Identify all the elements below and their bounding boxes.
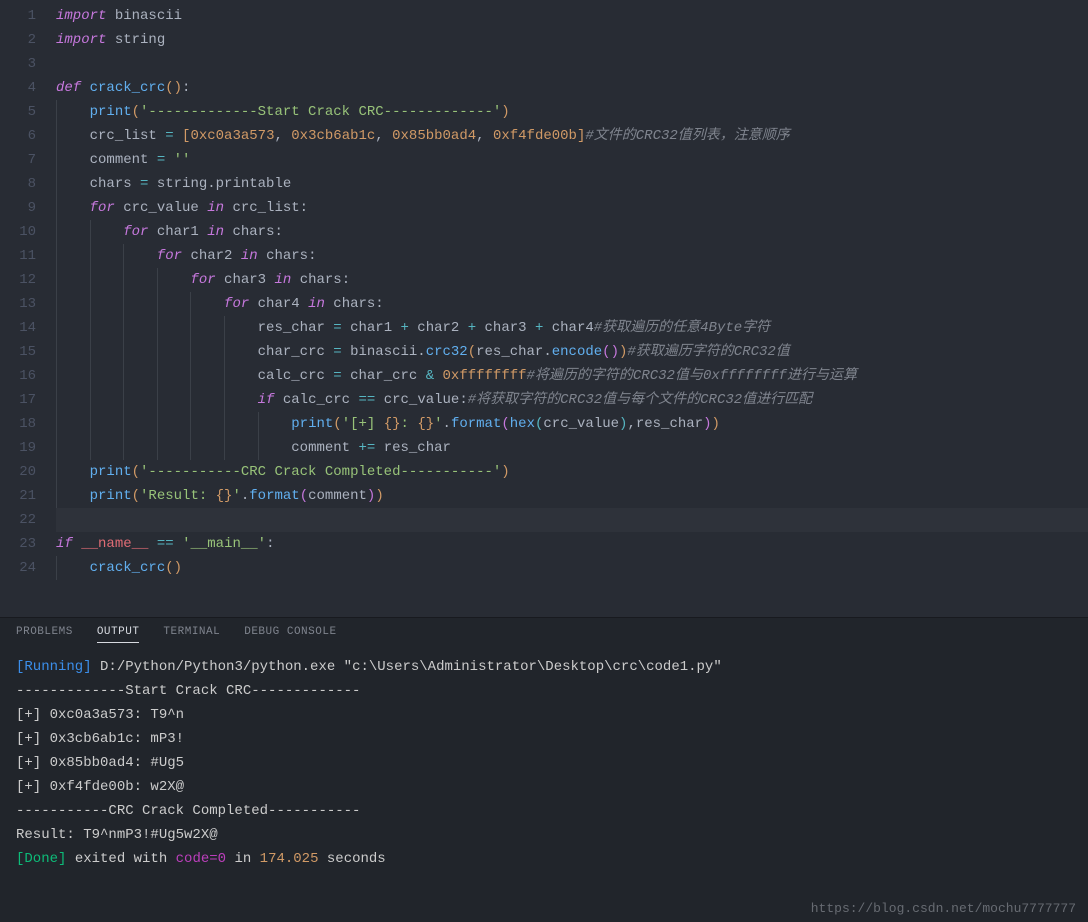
code-line[interactable]: print('[+] {}: {}'.format(hex(crc_value)…	[56, 412, 1088, 436]
tab-debug-console[interactable]: DEBUG CONSOLE	[244, 626, 336, 643]
code-line[interactable]: def crack_crc():	[56, 76, 1088, 100]
code-editor[interactable]: 123456789101112131415161718192021222324 …	[0, 0, 1088, 617]
code-line[interactable]: comment += res_char	[56, 436, 1088, 460]
code-line[interactable]: for char4 in chars:	[56, 292, 1088, 316]
code-line[interactable]: import binascii	[56, 4, 1088, 28]
code-line[interactable]: for char2 in chars:	[56, 244, 1088, 268]
code-line[interactable]: char_crc = binascii.crc32(res_char.encod…	[56, 340, 1088, 364]
code-line[interactable]: for char1 in chars:	[56, 220, 1088, 244]
code-line[interactable]	[56, 52, 1088, 76]
code-line[interactable]: calc_crc = char_crc & 0xffffffff#将遍历的字符的…	[56, 364, 1088, 388]
tab-output[interactable]: OUTPUT	[97, 626, 140, 643]
bottom-panel: PROBLEMS OUTPUT TERMINAL DEBUG CONSOLE […	[0, 617, 1088, 922]
terminal-output[interactable]: [Running] D:/Python/Python3/python.exe "…	[0, 651, 1088, 875]
code-line[interactable]: import string	[56, 28, 1088, 52]
tab-terminal[interactable]: TERMINAL	[163, 626, 220, 643]
code-line[interactable]: print('-------------Start Crack CRC-----…	[56, 100, 1088, 124]
watermark-text: https://blog.csdn.net/mochu7777777	[811, 901, 1076, 916]
code-line[interactable]: for char3 in chars:	[56, 268, 1088, 292]
code-line[interactable]: print('-----------CRC Crack Completed---…	[56, 460, 1088, 484]
code-line[interactable]: res_char = char1 + char2 + char3 + char4…	[56, 316, 1088, 340]
tab-problems[interactable]: PROBLEMS	[16, 626, 73, 643]
code-line[interactable]: crack_crc()	[56, 556, 1088, 580]
code-line[interactable]: chars = string.printable	[56, 172, 1088, 196]
code-line[interactable]: for crc_value in crc_list:	[56, 196, 1088, 220]
code-line[interactable]: comment = ''	[56, 148, 1088, 172]
code-line[interactable]	[56, 508, 1088, 532]
code-line[interactable]: crc_list = [0xc0a3a573, 0x3cb6ab1c, 0x85…	[56, 124, 1088, 148]
line-gutter: 123456789101112131415161718192021222324	[0, 4, 56, 567]
code-line[interactable]: if calc_crc == crc_value:#将获取字符的CRC32值与每…	[56, 388, 1088, 412]
panel-tabs: PROBLEMS OUTPUT TERMINAL DEBUG CONSOLE	[0, 618, 1088, 651]
code-line[interactable]: print('Result: {}'.format(comment))	[56, 484, 1088, 508]
code-area[interactable]: import binasciiimport string def crack_cr…	[56, 4, 1088, 567]
code-line[interactable]: if __name__ == '__main__':	[56, 532, 1088, 556]
